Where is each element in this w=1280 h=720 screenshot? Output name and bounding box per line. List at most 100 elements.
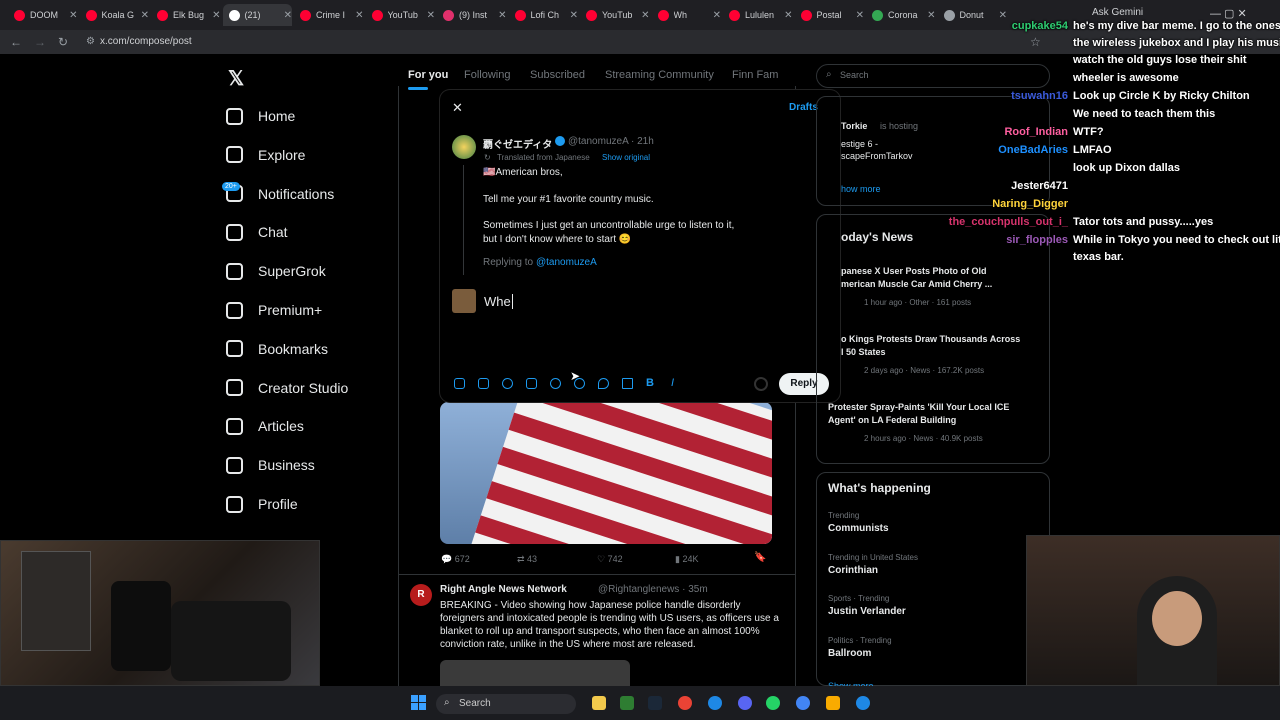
browser-tab[interactable]: Elk Bug ✕ (151, 4, 221, 26)
tab-close-icon[interactable]: ✕ (212, 10, 220, 21)
tab-close-icon[interactable]: ✕ (355, 10, 363, 21)
browser-tab[interactable]: Postal ✕ (795, 4, 864, 26)
chrome-icon[interactable] (796, 696, 810, 710)
timeline-tab[interactable]: Subscribed (530, 69, 585, 81)
location-icon[interactable] (598, 378, 609, 389)
tab-close-icon[interactable]: ✕ (284, 10, 292, 21)
reply-input[interactable]: Whe (484, 294, 513, 309)
browser-tab[interactable]: Corona ✕ (866, 4, 936, 26)
italic-icon[interactable]: I (671, 377, 674, 389)
host-name[interactable]: Torkie (841, 121, 867, 131)
trend-name[interactable]: Ballroom (828, 648, 871, 659)
avatar[interactable] (452, 135, 476, 159)
tab-close-icon[interactable]: ✕ (69, 10, 77, 21)
trend-name[interactable]: Justin Verlander (828, 606, 906, 617)
chrome-icon[interactable] (678, 696, 692, 710)
nav-item[interactable]: Bookmarks (226, 337, 328, 361)
nav-item[interactable]: Profile (226, 492, 298, 516)
bold-icon[interactable]: B (646, 377, 654, 389)
windows-start-icon[interactable] (411, 695, 426, 710)
timeline-tab[interactable]: Finn Fam (732, 69, 778, 81)
taskbar-search[interactable] (436, 694, 576, 714)
original-author[interactable]: 覇ぐゼエディタ (483, 136, 552, 151)
discord-icon[interactable] (738, 696, 752, 710)
news-headline[interactable]: o Kings Protests Draw Thousands Across (841, 334, 1020, 344)
reply-count[interactable]: 💬 672 (441, 554, 470, 565)
tab-close-icon[interactable]: ✕ (999, 10, 1007, 21)
timeline-tab[interactable]: Following (464, 69, 510, 81)
app-icon[interactable] (620, 696, 634, 710)
steam-icon[interactable] (648, 696, 662, 710)
browser-tab[interactable]: Donut ✕ (938, 4, 1007, 26)
news-headline[interactable]: Protester Spray-Paints 'Kill Your Local … (828, 402, 1009, 412)
close-icon[interactable]: ✕ (452, 100, 463, 116)
repost-count[interactable]: ⇄ 43 (517, 554, 537, 565)
nav-item[interactable]: Creator Studio (226, 376, 348, 400)
browser-tab[interactable]: (21) ✕ (222, 4, 292, 26)
tab-close-icon[interactable]: ✕ (427, 10, 435, 21)
app-icon[interactable] (856, 696, 870, 710)
space-title[interactable]: scapeFromTarkov (841, 151, 913, 161)
emoji-icon[interactable] (550, 378, 561, 389)
timeline-tab[interactable]: Streaming Community (605, 69, 714, 81)
media-icon[interactable] (454, 378, 465, 389)
drafts-button[interactable]: Drafts (789, 102, 818, 113)
tab-close-icon[interactable]: ✕ (784, 10, 792, 21)
nav-item[interactable]: Explore (226, 143, 305, 167)
show-original-link[interactable]: Show original (602, 153, 650, 162)
app-icon[interactable] (826, 696, 840, 710)
bookmark-star-icon[interactable]: ☆ (1030, 35, 1041, 49)
window-controls[interactable]: — ▢ ✕ (1210, 7, 1247, 20)
browser-tab[interactable]: Lululen ✕ (723, 4, 793, 26)
back-icon[interactable]: ← (10, 35, 22, 49)
original-handle[interactable]: @tanomuzeA · 21h (568, 136, 654, 147)
show-more-link[interactable]: how more (841, 184, 881, 194)
tab-close-icon[interactable]: ✕ (927, 10, 935, 21)
browser-tab[interactable]: YouTub ✕ (366, 4, 435, 26)
browser-tab[interactable]: Crime I ✕ (294, 4, 364, 26)
gif-icon[interactable] (478, 378, 489, 389)
nav-item[interactable]: Notifications (226, 182, 334, 206)
news-headline[interactable]: Agent' on LA Federal Building (828, 415, 956, 425)
flag-image[interactable] (440, 402, 772, 544)
timeline-tab[interactable]: For you (408, 69, 448, 81)
file-explorer-icon[interactable] (592, 696, 606, 710)
browser-tab[interactable]: Lofi Ch ✕ (509, 4, 578, 26)
browser-tab[interactable]: YouTub ✕ (580, 4, 650, 26)
nav-item[interactable]: Articles (226, 414, 304, 438)
like-count[interactable]: ♡ 742 (597, 554, 623, 565)
tweet-handle[interactable]: @Rightanglenews · 35m (598, 584, 708, 595)
url-field[interactable]: x.com/compose/post (100, 36, 192, 47)
tab-close-icon[interactable]: ✕ (141, 10, 149, 21)
tweet-author[interactable]: Right Angle News Network (440, 584, 567, 595)
tab-close-icon[interactable]: ✕ (570, 10, 578, 21)
nav-item[interactable]: Business (226, 453, 315, 477)
browser-tab[interactable]: Koala G ✕ (80, 4, 149, 26)
ask-gemini-button[interactable]: Ask Gemini (1092, 7, 1143, 18)
forward-icon[interactable]: → (34, 35, 46, 49)
avatar[interactable]: R (410, 584, 432, 606)
nav-item[interactable]: Premium+ (226, 298, 322, 322)
poll-icon[interactable] (526, 378, 537, 389)
nav-item[interactable]: Home (226, 104, 295, 128)
trend-name[interactable]: Communists (828, 523, 889, 534)
nav-item[interactable]: SuperGrok (226, 259, 326, 283)
news-headline[interactable]: l 50 States (841, 347, 886, 357)
site-info-icon[interactable]: ⚙ (86, 36, 95, 47)
browser-tab[interactable]: DOOM ✕ (8, 4, 78, 26)
bookmark-tweet-icon[interactable]: 🔖 (754, 552, 766, 563)
browser-tab[interactable]: Wh ✕ (652, 4, 721, 26)
app-icon[interactable] (708, 696, 722, 710)
replying-to-handle[interactable]: @tanomuzeA (536, 257, 597, 268)
my-avatar[interactable] (452, 289, 476, 313)
tab-close-icon[interactable]: ✕ (856, 10, 864, 21)
news-headline[interactable]: merican Muscle Car Amid Cherry ... (841, 279, 992, 289)
news-headline[interactable]: panese X User Posts Photo of Old (841, 266, 987, 276)
grok-icon[interactable] (502, 378, 513, 389)
trend-name[interactable]: Corinthian (828, 565, 878, 576)
flag-icon[interactable] (622, 378, 633, 389)
view-count[interactable]: ▮ 24K (675, 554, 698, 565)
reload-icon[interactable]: ↻ (58, 35, 68, 49)
tab-close-icon[interactable]: ✕ (713, 10, 721, 21)
browser-tab[interactable]: (9) Inst ✕ (437, 4, 507, 26)
